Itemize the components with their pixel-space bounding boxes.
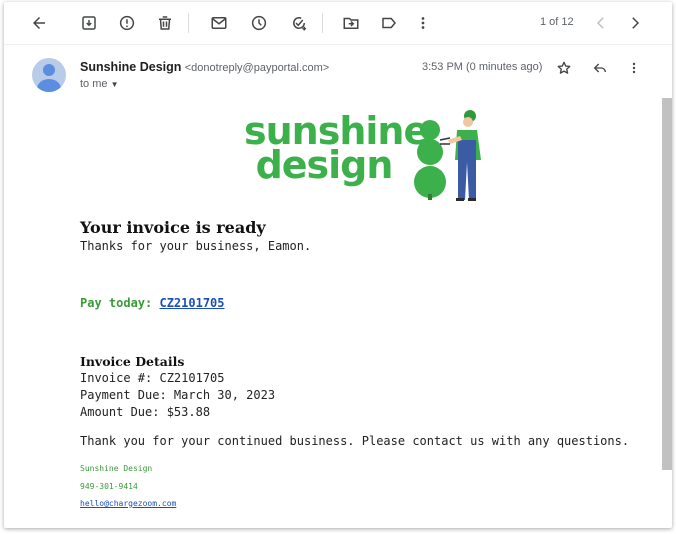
pager-count: 1 of 12: [540, 16, 574, 28]
caret-down-icon: ▼: [110, 80, 119, 89]
sender-name[interactable]: Sunshine Design: [80, 60, 181, 74]
payment-due: Payment Due: March 30, 2023: [80, 388, 276, 402]
invoice-details-heading: Invoice Details: [80, 354, 185, 369]
label-icon[interactable]: [378, 12, 400, 34]
message-more-icon[interactable]: [624, 58, 644, 78]
amount-due: Amount Due: $53.88: [80, 405, 211, 419]
pay-today-label: Pay today:: [80, 296, 153, 310]
recipient-label: to me: [80, 78, 108, 90]
newer-chevron-icon[interactable]: [590, 12, 612, 34]
add-task-icon[interactable]: [288, 12, 310, 34]
invoice-number: Invoice #: CZ2101705: [80, 371, 225, 385]
gardener-illustration: [414, 110, 481, 201]
signature-company: Sunshine Design: [80, 464, 153, 473]
toolbar: 1 of 12: [4, 2, 672, 45]
recipient-dropdown[interactable]: to me ▼: [80, 78, 119, 90]
back-arrow-icon[interactable]: [28, 12, 50, 34]
more-vert-icon[interactable]: [412, 12, 434, 34]
sender: Sunshine Design <donotreply@payportal.co…: [80, 60, 329, 74]
signature-email-link[interactable]: hello@chargezoom.com: [80, 499, 176, 508]
signature-phone: 949-301-9414: [80, 482, 138, 491]
logo-wordmark: sunshine design: [244, 109, 429, 187]
archive-icon[interactable]: [78, 12, 100, 34]
older-chevron-icon[interactable]: [624, 12, 646, 34]
thanks-text: Thanks for your business, Eamon.: [80, 239, 312, 253]
pay-invoice-link[interactable]: CZ2101705: [159, 296, 224, 310]
toolbar-divider: [188, 13, 189, 33]
invoice-heading: Your invoice is ready: [80, 218, 266, 237]
move-to-icon[interactable]: [340, 12, 362, 34]
company-logo: sunshine design: [244, 110, 484, 202]
toolbar-divider: [322, 13, 323, 33]
scrollbar-thumb[interactable]: [662, 98, 672, 470]
email-window: 1 of 12 Sunshine Design <donotreply@payp…: [4, 2, 672, 528]
star-icon[interactable]: [554, 58, 574, 78]
closing-text: Thank you for your continued business. P…: [80, 434, 630, 448]
snooze-icon[interactable]: [248, 12, 270, 34]
delete-icon[interactable]: [154, 12, 176, 34]
timestamp: 3:53 PM (0 minutes ago): [422, 61, 543, 73]
avatar[interactable]: [32, 58, 66, 92]
reply-icon[interactable]: [590, 58, 610, 78]
report-spam-icon[interactable]: [116, 12, 138, 34]
mark-unread-icon[interactable]: [208, 12, 230, 34]
signature-email-wrap: hello@chargezoom.com: [80, 499, 176, 508]
sender-email: <donotreply@payportal.com>: [184, 62, 330, 74]
pay-today: Pay today: CZ2101705: [80, 296, 225, 310]
